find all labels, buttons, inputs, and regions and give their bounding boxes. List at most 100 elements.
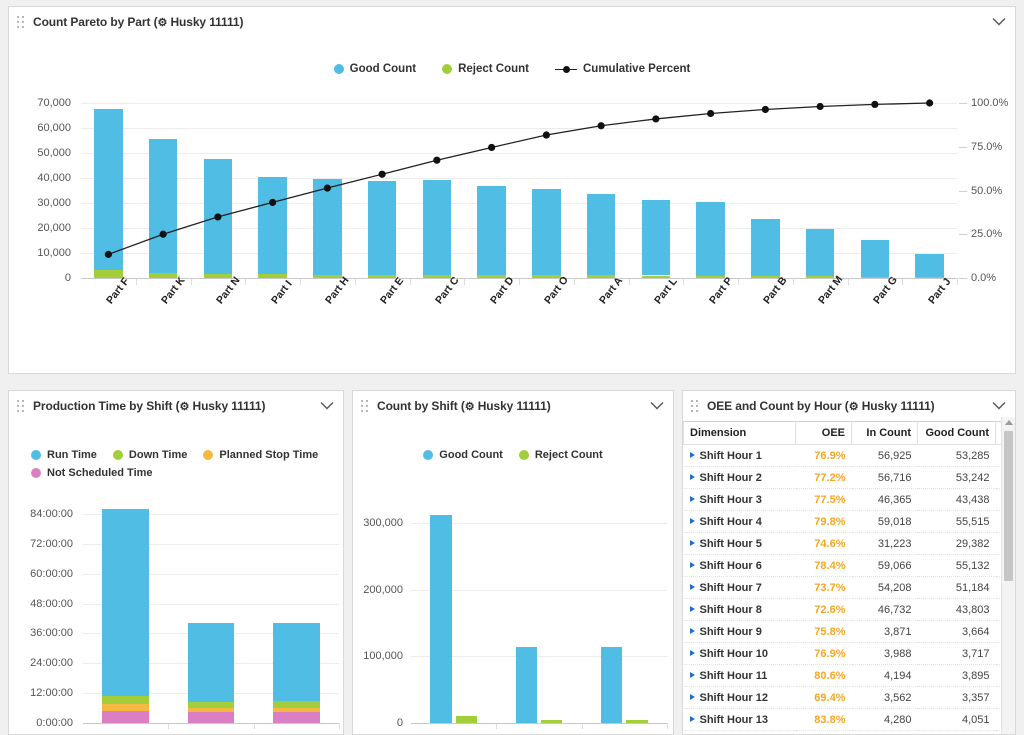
legend-item-not-scheduled-time[interactable]: Not Scheduled Time bbox=[31, 467, 153, 479]
legend-item-reject-count[interactable]: Reject Count bbox=[518, 449, 603, 461]
expand-triangle-icon[interactable] bbox=[689, 583, 695, 590]
production-stacked-bar[interactable] bbox=[187, 623, 235, 723]
expand-triangle-icon[interactable] bbox=[689, 649, 695, 656]
expand-triangle-icon[interactable] bbox=[689, 539, 695, 546]
legend-item-good-count[interactable]: Good Count bbox=[333, 63, 416, 75]
pareto-bar[interactable] bbox=[860, 240, 890, 278]
y-axis-tick-label: 12:00:00 bbox=[30, 687, 73, 700]
cell-dimension: Shift Hour 9 bbox=[683, 620, 796, 643]
expand-triangle-icon[interactable] bbox=[689, 451, 695, 458]
table-row[interactable]: Shift Hour 1180.6%4,1943,895299 bbox=[683, 664, 1015, 687]
x-tick-mark bbox=[667, 723, 668, 729]
pareto-bar[interactable] bbox=[696, 201, 725, 278]
pareto-bar[interactable] bbox=[203, 158, 233, 278]
bar-good-count[interactable] bbox=[430, 515, 452, 723]
legend-item-cumulative-percent[interactable]: Cumulative Percent bbox=[554, 63, 690, 75]
table-row[interactable]: Shift Hour 277.2%56,71653,2423,… bbox=[683, 466, 1015, 489]
table-column-header[interactable]: OEE bbox=[795, 421, 852, 445]
table-row[interactable]: Shift Hour 377.5%46,36543,4382,… bbox=[683, 488, 1015, 511]
table-column-header[interactable]: In Count bbox=[851, 421, 918, 445]
cell-oee: 76.9% bbox=[795, 444, 852, 467]
table-row[interactable]: Shift Hour 975.8%3,8713,664207 bbox=[683, 620, 1015, 643]
legend-item-planned-stop-time[interactable]: Planned Stop Time bbox=[203, 449, 318, 461]
collapse-chevron-down-icon[interactable] bbox=[992, 18, 1006, 27]
pareto-bar[interactable] bbox=[477, 186, 506, 278]
legend-item-reject-count[interactable]: Reject Count bbox=[442, 63, 529, 75]
production-stacked-bar[interactable] bbox=[102, 508, 150, 723]
table-header-row: DimensionOEEIn CountGood CountR… bbox=[683, 421, 1015, 445]
table-row[interactable]: Shift Hour 1269.4%3,5623,357205 bbox=[683, 686, 1015, 709]
oee-table-wrapper[interactable]: DimensionOEEIn CountGood CountR… Shift H… bbox=[683, 421, 1015, 734]
expand-triangle-icon[interactable] bbox=[689, 473, 695, 480]
drag-handle-icon[interactable] bbox=[691, 399, 699, 413]
gear-icon: ⚙ bbox=[179, 401, 190, 413]
expand-triangle-icon[interactable] bbox=[689, 561, 695, 568]
legend-item-down-time[interactable]: Down Time bbox=[112, 449, 187, 461]
oee-panel-title: OEE and Count by Hour (⚙ Husky 11111) bbox=[707, 399, 935, 413]
expand-triangle-icon[interactable] bbox=[689, 693, 695, 700]
pareto-x-axis-labels: Part F Part K Part N Part I Part H Part E Part… bbox=[9, 274, 1015, 373]
drag-handle-icon[interactable] bbox=[361, 399, 369, 413]
pareto-bar[interactable] bbox=[586, 194, 616, 278]
expand-triangle-icon[interactable] bbox=[689, 715, 695, 722]
collapse-chevron-down-icon[interactable] bbox=[992, 402, 1006, 411]
table-row[interactable]: Shift Hour 176.9%56,92553,2853,… bbox=[683, 444, 1015, 467]
drag-handle-icon[interactable] bbox=[17, 15, 25, 29]
expand-triangle-icon[interactable] bbox=[689, 605, 695, 612]
pareto-bar[interactable] bbox=[258, 176, 287, 278]
table-row[interactable]: Shift Hour 1484.1%4,3244,068256 bbox=[683, 730, 1015, 734]
x-tick-mark bbox=[847, 278, 849, 285]
pareto-bar[interactable] bbox=[915, 254, 944, 278]
cell-good-count: 29,382 bbox=[917, 532, 996, 555]
y2-axis-tick-label: 0.0% bbox=[971, 272, 997, 284]
pareto-bar[interactable] bbox=[422, 179, 452, 278]
bar-segment-good-count bbox=[148, 138, 178, 273]
x-tick-mark bbox=[339, 723, 340, 729]
table-row[interactable]: Shift Hour 773.7%54,20851,1843,… bbox=[683, 576, 1015, 599]
table-scrollbar[interactable] bbox=[1001, 417, 1015, 734]
legend-item-good-count[interactable]: Good Count bbox=[423, 449, 503, 461]
table-row[interactable]: Shift Hour 1383.8%4,2804,051229 bbox=[683, 708, 1015, 731]
legend-item-run-time[interactable]: Run Time bbox=[31, 449, 97, 461]
pareto-bar[interactable] bbox=[532, 189, 561, 278]
table-row[interactable]: Shift Hour 574.6%31,22329,3821,… bbox=[683, 532, 1015, 555]
pareto-bar[interactable] bbox=[751, 218, 780, 278]
table-row[interactable]: Shift Hour 678.4%59,06655,1323,… bbox=[683, 554, 1015, 577]
table-row[interactable]: Shift Hour 872.6%46,73243,8032,… bbox=[683, 598, 1015, 621]
table-column-header[interactable]: Dimension bbox=[683, 421, 796, 445]
expand-triangle-icon[interactable] bbox=[689, 517, 695, 524]
drag-handle-icon[interactable] bbox=[17, 399, 25, 413]
table-row[interactable]: Shift Hour 479.8%59,01855,5153,… bbox=[683, 510, 1015, 533]
pareto-bar[interactable] bbox=[94, 108, 123, 278]
pareto-bar[interactable] bbox=[805, 229, 835, 278]
bar-reject-count[interactable] bbox=[455, 715, 477, 723]
table-column-header[interactable]: Good Count bbox=[917, 421, 996, 445]
expand-triangle-icon[interactable] bbox=[689, 671, 695, 678]
production-stacked-bar[interactable] bbox=[272, 623, 320, 723]
scrollbar-thumb[interactable] bbox=[1004, 431, 1013, 581]
bar-good-count[interactable] bbox=[515, 647, 537, 723]
pareto-bar[interactable] bbox=[313, 178, 342, 278]
gear-icon: ⚙ bbox=[157, 17, 168, 29]
pareto-bar[interactable] bbox=[148, 138, 178, 278]
cell-dimension: Shift Hour 4 bbox=[683, 510, 796, 533]
bar-segment-good-count bbox=[203, 158, 233, 275]
pareto-bar[interactable] bbox=[367, 180, 397, 278]
collapse-chevron-down-icon[interactable] bbox=[650, 402, 664, 411]
production-panel-header: Production Time by Shift (⚙ Husky 11111) bbox=[9, 391, 343, 421]
row-dimension-label: Shift Hour 12 bbox=[699, 691, 768, 704]
count-by-shift-title-prefix: Count by Shift ( bbox=[377, 399, 465, 413]
expand-triangle-icon[interactable] bbox=[689, 495, 695, 502]
bar-segment-down-time bbox=[272, 700, 320, 709]
x-tick-mark bbox=[683, 278, 685, 285]
pareto-bar[interactable] bbox=[641, 200, 671, 278]
bar-good-count[interactable] bbox=[601, 647, 623, 723]
cell-in-count: 46,365 bbox=[851, 488, 918, 511]
scroll-up-arrow-icon[interactable] bbox=[1005, 420, 1013, 425]
expand-triangle-icon[interactable] bbox=[689, 627, 695, 634]
x-tick-mark bbox=[628, 278, 630, 285]
cell-in-count: 59,018 bbox=[851, 510, 918, 533]
collapse-chevron-down-icon[interactable] bbox=[320, 402, 334, 411]
table-row[interactable]: Shift Hour 1076.9%3,9883,717271 bbox=[683, 642, 1015, 665]
production-title-suffix: Husky 11111) bbox=[192, 399, 266, 413]
